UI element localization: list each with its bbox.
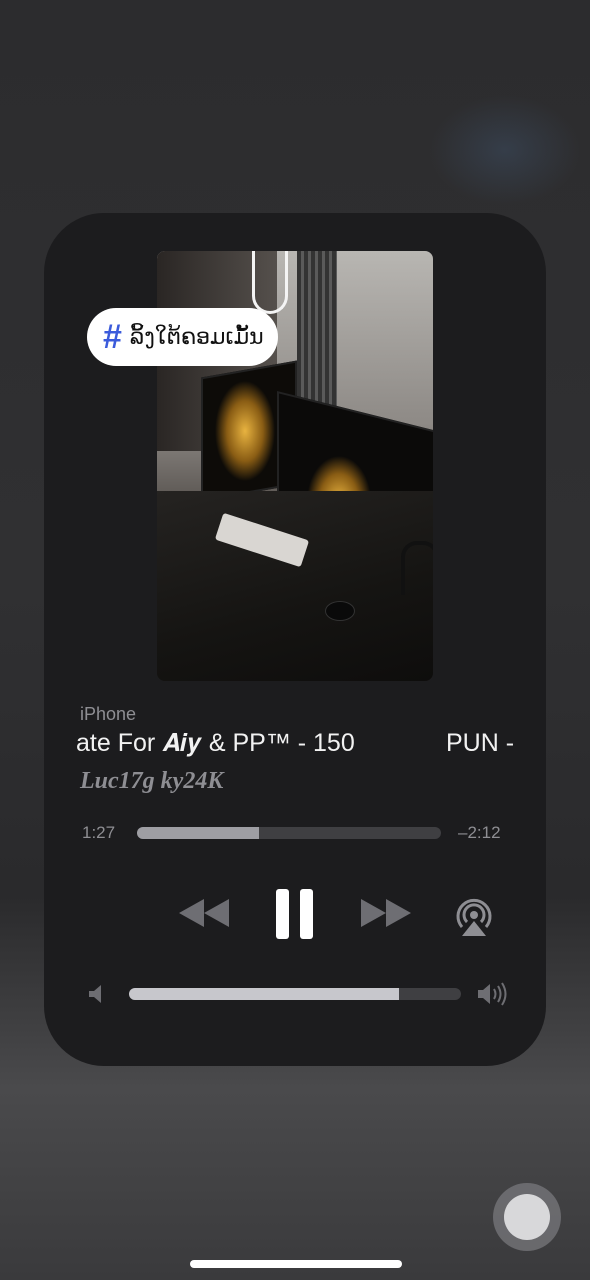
airplay-button[interactable] bbox=[450, 891, 498, 939]
airplay-icon bbox=[456, 898, 492, 936]
assistive-touch-button[interactable] bbox=[493, 1183, 561, 1251]
remaining-time: –2:12 bbox=[458, 823, 501, 842]
pause-icon bbox=[276, 889, 313, 939]
playback-scrubber[interactable] bbox=[137, 827, 441, 839]
pause-button[interactable] bbox=[270, 887, 320, 941]
elapsed-time: 1:27 bbox=[82, 823, 116, 842]
volume-slider[interactable] bbox=[129, 988, 461, 1000]
home-indicator[interactable] bbox=[190, 1260, 402, 1268]
background-glow bbox=[430, 95, 580, 205]
track-artist: Luc17g ky24K bbox=[80, 768, 224, 794]
hashtag-overlay[interactable]: # ລິ້ງໃຕ້ຄອມເມັ້ນ bbox=[87, 308, 278, 366]
hashtag-icon: # bbox=[103, 318, 122, 356]
track-title-text: ate For 𝑨𝒊𝒚 & PP™ - 150 bbox=[76, 729, 355, 757]
output-device-label: iPhone bbox=[80, 704, 137, 724]
volume-high-icon bbox=[476, 981, 512, 1007]
fast-forward-button[interactable] bbox=[356, 893, 416, 933]
volume-fill bbox=[129, 988, 399, 1000]
assistive-touch-icon bbox=[504, 1194, 550, 1240]
rewind-button[interactable] bbox=[174, 893, 234, 933]
hashtag-label: ລິ້ງໃຕ້ຄອມເມັ້ນ bbox=[129, 324, 264, 349]
rewind-icon bbox=[179, 899, 229, 927]
volume-low-icon bbox=[86, 983, 106, 1005]
track-title-next: PUN - G bbox=[446, 729, 516, 757]
fast-forward-icon bbox=[361, 899, 411, 927]
track-title: ate For 𝑨𝒊𝒚 & PP™ - 150 PUN - G bbox=[76, 727, 516, 767]
playback-progress-fill bbox=[137, 827, 259, 839]
